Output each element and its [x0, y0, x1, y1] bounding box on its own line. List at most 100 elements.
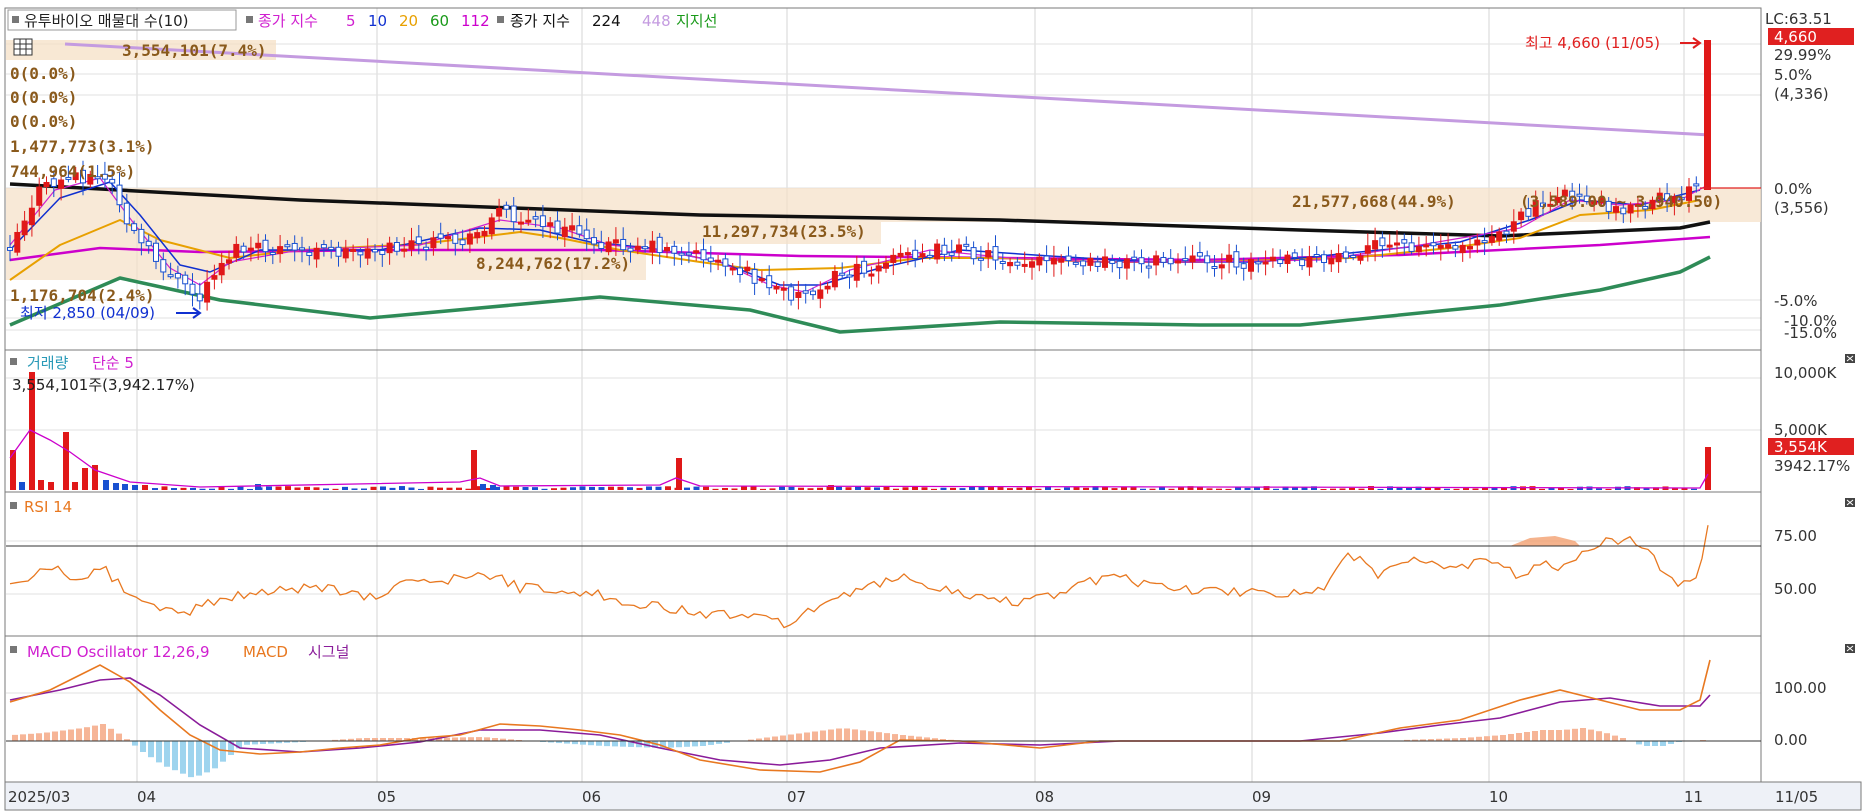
macd-osc-bar [692, 741, 698, 747]
volume-bar [589, 486, 595, 490]
vp-label-5: 1,477,773(3.1%) [10, 137, 155, 156]
candle-body [1313, 254, 1320, 258]
macd-osc-bar [164, 741, 170, 767]
ma-20-label: 20 [399, 12, 418, 30]
volume-bar [1178, 487, 1184, 490]
candle-body [875, 265, 882, 272]
candle-body [306, 251, 313, 256]
candle-body [868, 273, 875, 277]
macd-osc-bar [1612, 735, 1618, 741]
volume-bar [532, 487, 538, 490]
candle-body [1386, 244, 1393, 248]
volume-bar [465, 488, 472, 490]
candle-body [1430, 242, 1437, 247]
close-icon[interactable] [1845, 498, 1855, 507]
vp-label-4: 0(0.0%) [10, 112, 77, 131]
candle-body [43, 181, 50, 188]
candle-body [379, 250, 386, 255]
macd-osc-label: MACD Oscillator 12,26,9 [27, 643, 210, 661]
macd-osc-bar [764, 737, 770, 741]
vp-label-2: 0(0.0%) [10, 64, 77, 83]
macd-osc-bar [1564, 729, 1570, 741]
candle-body [970, 247, 977, 260]
macd-osc-bar [140, 741, 146, 752]
candle-body [1123, 258, 1130, 269]
x-label-09: 09 [1252, 788, 1271, 806]
candle-body [1036, 256, 1043, 266]
close-icon[interactable] [1845, 354, 1855, 363]
candle-body [737, 267, 743, 276]
macd-osc-bar [44, 732, 50, 741]
volume-bar [48, 482, 54, 490]
candle-body [956, 244, 962, 253]
volume-bar [113, 483, 119, 490]
calendar-icon[interactable] [13, 38, 33, 56]
vol-axis-5000k: 5,000K [1774, 421, 1828, 439]
candle-body [408, 240, 415, 250]
volume-bar [731, 488, 738, 490]
low-annotation: 최저 2,850 (04/09) [20, 304, 155, 322]
volume-bar [608, 486, 614, 490]
candle-body [415, 236, 422, 245]
candle-body [1058, 258, 1065, 263]
macd-osc-bar [452, 737, 458, 741]
candle-body [1474, 239, 1481, 246]
volume-bar [676, 458, 682, 490]
volume-bar [266, 486, 272, 490]
macd-osc-bar [668, 741, 674, 748]
x-label-11: 11 [1684, 788, 1703, 806]
volume-bar [152, 488, 158, 490]
macd-osc-bar [52, 731, 58, 741]
rsi-axis-75: 75.00 [1774, 527, 1817, 545]
candle-body [525, 219, 532, 223]
volume-bar [598, 487, 605, 490]
macd-osc-bar [868, 731, 874, 741]
volume-bar [665, 486, 671, 490]
candle-body [28, 207, 35, 226]
volume-bar [122, 484, 128, 490]
macd-osc-bar [780, 735, 786, 741]
candle-body [138, 228, 145, 244]
volume-bar [72, 482, 78, 490]
volume-bar [959, 488, 966, 490]
ma-224-label: 224 [592, 12, 621, 30]
macd-osc-bar [1492, 735, 1498, 741]
candle-body [1335, 253, 1342, 263]
x-label-right: 11/05 [1775, 788, 1818, 806]
volume-bar [1159, 487, 1165, 490]
close-icon[interactable] [1845, 644, 1855, 653]
volume-bar [418, 488, 424, 490]
candle-body [1496, 231, 1503, 241]
volume-bar [1054, 488, 1061, 490]
candle-body [963, 243, 970, 247]
candle-body [773, 286, 780, 290]
volume-bar [836, 486, 842, 490]
macd-axis-0: 0.00 [1774, 731, 1807, 749]
macd-osc-bar [684, 741, 690, 747]
axis-pct-0: 0.0% [1774, 180, 1812, 198]
candle-body [693, 250, 700, 254]
price-badge: 4,660 [1774, 28, 1817, 46]
candle-body [1189, 255, 1196, 263]
x-label-07: 07 [787, 788, 806, 806]
candle-body [1233, 251, 1240, 268]
volume-bar [940, 487, 947, 490]
candle-body [233, 243, 240, 258]
volume-bar [807, 488, 814, 490]
volume-bar [294, 487, 301, 490]
ma2-legend-prefix: 종가 지수 [510, 12, 570, 30]
volume-bar [617, 486, 624, 490]
candle-body [1145, 265, 1152, 269]
vp-label-1: 3,554,101(7.4%) [122, 41, 267, 60]
candle-body [1452, 245, 1459, 250]
candle-body [423, 246, 430, 251]
candle-body [445, 236, 451, 240]
candle-body [510, 205, 517, 223]
volume-bar [551, 488, 557, 490]
macd-osc-bar [1468, 737, 1474, 741]
axis-price-5: (4,336) [1774, 85, 1829, 103]
volume-bar [798, 487, 804, 490]
volume-bar [1007, 488, 1013, 490]
macd-osc-bar [1588, 729, 1594, 741]
candle-body [1240, 263, 1247, 269]
